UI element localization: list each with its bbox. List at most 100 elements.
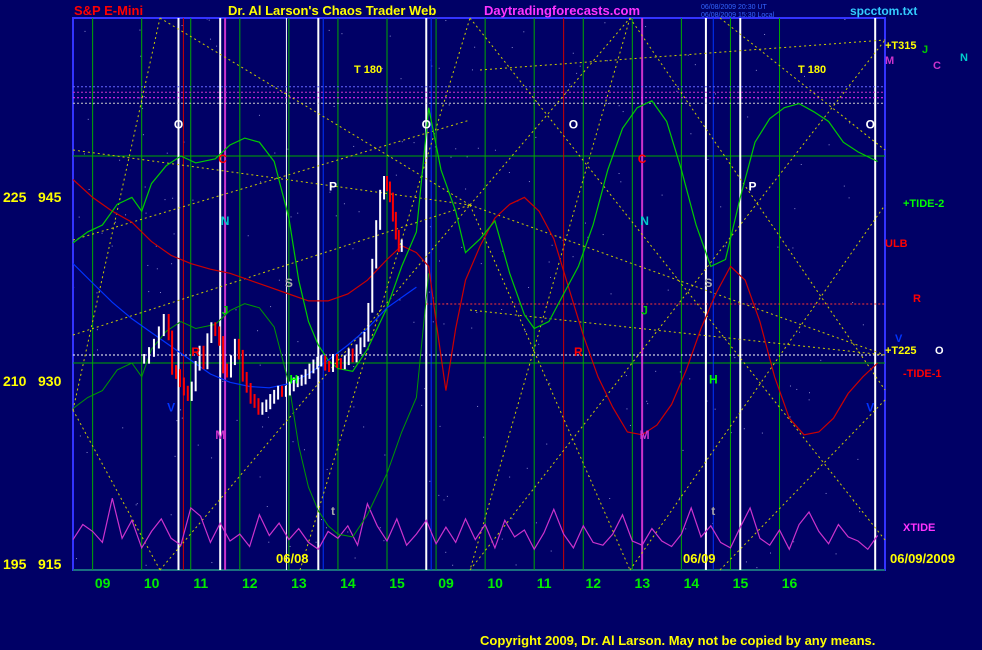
star	[259, 364, 261, 366]
hour-tick-label: 12	[242, 575, 258, 591]
star	[682, 449, 684, 451]
star	[101, 232, 103, 234]
planet-marker: t	[711, 504, 715, 518]
star	[687, 54, 689, 56]
right-label: M	[885, 55, 894, 67]
hour-tick-label: 12	[585, 575, 601, 591]
star	[287, 148, 289, 150]
star	[445, 551, 447, 553]
price-bars	[143, 176, 403, 415]
date-label-session2: 06/09	[683, 551, 716, 566]
star	[78, 216, 80, 218]
y-tick-right-915: 915	[38, 556, 62, 572]
star	[480, 263, 482, 265]
star	[618, 105, 620, 107]
star	[828, 144, 830, 146]
star	[509, 476, 511, 478]
star	[511, 518, 513, 520]
star	[438, 260, 440, 262]
star	[848, 197, 850, 199]
star	[789, 385, 791, 387]
star	[303, 449, 305, 451]
star	[476, 311, 478, 313]
right-label: N	[960, 52, 968, 64]
planet-marker: C	[638, 152, 647, 166]
star	[679, 371, 681, 373]
star	[79, 435, 81, 437]
star	[579, 65, 581, 67]
star	[859, 511, 861, 513]
star	[270, 306, 272, 308]
star	[315, 541, 317, 543]
background-stars	[73, 18, 864, 571]
star	[86, 451, 88, 453]
star	[140, 55, 142, 57]
planet-marker: O	[174, 117, 183, 131]
star	[734, 357, 736, 359]
star	[142, 108, 144, 110]
site-link[interactable]: Daytradingforecasts.com	[484, 3, 640, 18]
star	[111, 245, 113, 247]
planet-marker: S	[285, 276, 293, 290]
star	[443, 323, 445, 325]
star	[609, 498, 611, 500]
star	[363, 426, 365, 428]
star	[626, 408, 628, 410]
star	[143, 96, 145, 98]
star	[800, 163, 802, 165]
star	[501, 250, 503, 252]
star	[474, 46, 476, 48]
star	[262, 426, 264, 428]
star	[181, 417, 183, 419]
planet-marker: R	[191, 345, 200, 359]
star	[501, 538, 503, 540]
star	[756, 567, 758, 569]
star	[292, 441, 294, 443]
star	[465, 188, 467, 190]
star	[483, 436, 485, 438]
cycle-diagonal	[719, 399, 886, 571]
star	[761, 432, 763, 434]
star	[825, 492, 827, 494]
right-label: R	[913, 293, 921, 305]
star	[145, 564, 147, 566]
star	[757, 98, 759, 100]
star	[535, 522, 537, 524]
star	[247, 235, 249, 237]
right-label: O	[935, 345, 944, 357]
star	[84, 30, 86, 32]
right-label: +T315	[885, 40, 917, 52]
planet-marker: S	[704, 276, 712, 290]
star	[720, 206, 722, 208]
planet-marker: O	[422, 117, 431, 131]
star	[724, 245, 726, 247]
star	[166, 152, 168, 154]
star	[353, 145, 355, 147]
planet-marker: J	[641, 304, 648, 318]
star	[661, 194, 663, 196]
timestamp-ut: 06/08/2009 20:30 UT	[701, 4, 767, 11]
star	[400, 78, 402, 80]
star	[268, 541, 270, 543]
hour-tick-label: 10	[487, 575, 503, 591]
star	[551, 244, 553, 246]
hour-tick-label: 13	[635, 575, 651, 591]
star	[808, 399, 810, 401]
star	[625, 375, 627, 377]
star	[455, 148, 457, 150]
time-grid	[73, 18, 885, 571]
star	[164, 199, 166, 201]
star	[159, 292, 161, 294]
star	[413, 142, 415, 144]
right-label: +T225	[885, 345, 917, 357]
hour-tick-label: 11	[537, 575, 552, 591]
star	[849, 122, 851, 124]
cycle-diagonal	[629, 204, 886, 571]
star	[96, 349, 98, 351]
star	[181, 25, 183, 27]
star	[550, 550, 552, 552]
star	[508, 172, 510, 174]
star	[452, 564, 454, 566]
star	[266, 506, 268, 508]
star	[445, 20, 447, 22]
